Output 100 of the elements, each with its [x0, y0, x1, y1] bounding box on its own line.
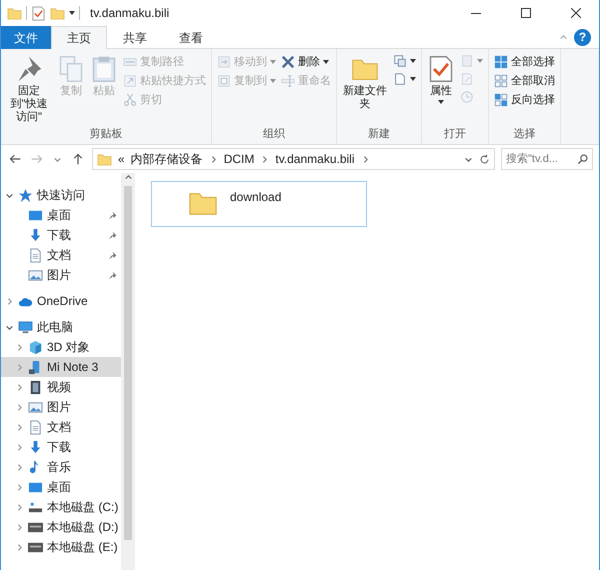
search-field[interactable]: 搜索"tv.d... — [501, 148, 593, 170]
nav-item[interactable]: 本地磁盘 (E:) — [1, 537, 121, 557]
chevron-icon — [15, 382, 24, 392]
caret-icon — [270, 60, 276, 64]
ribbon-tab[interactable]: 文件 — [1, 26, 51, 49]
ribbon-button[interactable]: 全部取消 — [492, 72, 557, 89]
pushpin-icon — [108, 210, 117, 220]
caret-icon — [410, 59, 416, 63]
ribbon-button[interactable]: 反向选择 — [492, 91, 557, 108]
caret-icon — [323, 60, 329, 64]
up-arrow-icon — [72, 153, 84, 165]
ribbon-tab[interactable]: 主页 — [51, 26, 107, 49]
grid-icon — [494, 92, 508, 106]
maximize-icon — [521, 8, 531, 18]
pages-icon — [57, 55, 85, 83]
new-item-icon — [393, 54, 407, 68]
ribbon-tab[interactable]: 共享 — [107, 26, 163, 49]
chevron-icon — [15, 402, 24, 412]
nav-item[interactable]: 此电脑 — [1, 317, 121, 337]
minimize-icon — [471, 12, 481, 14]
chevron-icon — [15, 522, 24, 532]
monitor-icon — [18, 320, 33, 334]
group-label: 选择 — [512, 127, 536, 142]
ribbon-button[interactable]: 全部选择 — [492, 53, 557, 70]
caret-icon — [69, 11, 75, 15]
page-icon — [393, 72, 407, 86]
clock-icon — [460, 90, 474, 104]
nav-item[interactable]: 文档 — [1, 245, 121, 265]
chevron-icon — [5, 296, 14, 306]
picture-icon — [28, 268, 43, 282]
ribbon-button[interactable]: 新建文件夹 — [340, 51, 390, 112]
nav-item[interactable]: 本地磁盘 (D:) — [1, 517, 121, 537]
refresh-icon — [479, 154, 490, 164]
nav-item[interactable]: Mi Note 3 — [1, 357, 121, 377]
clipboard-icon — [90, 55, 118, 83]
caret-icon — [270, 78, 276, 82]
nav-item[interactable]: 图片 — [1, 265, 121, 285]
folder-icon — [50, 6, 65, 20]
ribbon-button[interactable]: 删除 — [279, 53, 333, 70]
folder-icon — [97, 152, 112, 166]
chevron-icon — [15, 482, 24, 492]
nav-item[interactable]: 视频 — [1, 377, 121, 397]
pushpin-icon — [108, 250, 117, 260]
chevron-icon — [15, 542, 24, 552]
edit-icon — [460, 72, 474, 86]
collapse-icon — [559, 32, 568, 42]
nav-item[interactable]: 下载 — [1, 437, 121, 457]
ribbon-button[interactable]: 属性 — [425, 51, 457, 106]
ribbon-button[interactable]: 固定到"快速访问" — [4, 51, 54, 126]
nav-item[interactable]: 3D 对象 — [1, 337, 121, 357]
picture-icon — [28, 400, 43, 414]
pushpin-icon — [108, 270, 117, 280]
nav-item[interactable]: 文档 — [1, 417, 121, 437]
scroll-up-icon — [124, 173, 132, 182]
cube-icon — [28, 340, 43, 354]
right-arrow-icon — [31, 153, 43, 165]
caret-icon — [477, 59, 483, 63]
caret-icon — [438, 100, 444, 104]
nav-item[interactable]: OneDrive — [1, 291, 121, 311]
pushpin-icon — [108, 230, 117, 240]
close-icon — [571, 8, 581, 18]
path-segment[interactable]: 内部存储设备 — [130, 150, 203, 168]
scrollbar[interactable] — [121, 173, 135, 570]
nav-item[interactable]: 快速访问 — [1, 185, 121, 205]
star-icon — [18, 188, 33, 202]
group-label: 剪贴板 — [88, 126, 124, 142]
nav-item[interactable]: 本地磁盘 (C:) — [1, 497, 121, 517]
address-bar[interactable]: « 内部存储设备 DCIM tv.danmaku.bili — [92, 148, 495, 170]
overflow-mark[interactable]: « — [118, 152, 125, 166]
nav-item[interactable]: 图片 — [1, 397, 121, 417]
path-segment[interactable]: tv.danmaku.bili — [275, 152, 355, 166]
grid-icon — [494, 54, 508, 68]
folder-icon — [7, 6, 22, 20]
nav-item[interactable]: 桌面 — [1, 477, 121, 497]
help-button[interactable]: ? — [574, 28, 591, 46]
chevron-icon — [15, 342, 24, 352]
group-label: 打开 — [443, 127, 467, 142]
nav-item[interactable]: 下载 — [1, 225, 121, 245]
grid-icon — [494, 74, 508, 88]
document-icon — [28, 420, 43, 434]
document-icon — [28, 248, 43, 262]
cross-icon — [281, 54, 295, 68]
ribbon-tab[interactable]: 查看 — [163, 26, 219, 49]
nav-item[interactable]: 桌面 — [1, 205, 121, 225]
caret-icon — [410, 77, 416, 81]
open-icon — [460, 54, 474, 68]
left-arrow-icon — [9, 153, 21, 165]
rename-icon — [281, 74, 295, 88]
chevron-icon — [15, 442, 24, 452]
window-title: tv.danmaku.bili — [90, 6, 170, 20]
chevron-icon — [15, 362, 24, 372]
chevron-icon — [260, 154, 270, 164]
folder-item[interactable]: download — [151, 181, 367, 227]
chevron-icon — [15, 462, 24, 472]
path-segment[interactable]: DCIM — [224, 152, 254, 166]
checkmark-page-icon — [31, 6, 46, 20]
checkmark-page-icon — [427, 55, 455, 83]
nav-item[interactable]: 音乐 — [1, 457, 121, 477]
group-label: 组织 — [262, 127, 286, 142]
scissors-icon — [123, 92, 137, 106]
